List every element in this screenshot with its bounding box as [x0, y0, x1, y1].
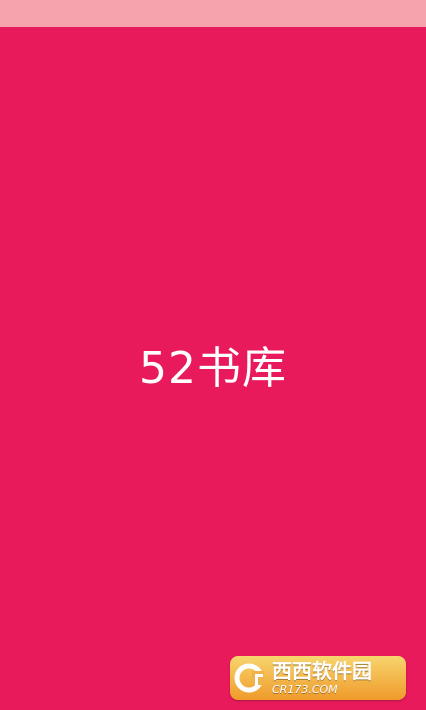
status-bar	[0, 0, 426, 27]
watermark-domain: CR173.COM	[272, 683, 338, 696]
app-title: 52书库	[139, 343, 287, 394]
cr-logo-icon	[230, 656, 272, 700]
watermark-brand-name: 西西软件园	[272, 659, 372, 683]
watermark-brand: 西西软件园 CR173.COM	[272, 661, 372, 695]
watermark-logo: 西西软件园 CR173.COM	[230, 656, 406, 700]
splash-screen: 52书库 西西软件园 CR173.COM	[0, 0, 426, 710]
